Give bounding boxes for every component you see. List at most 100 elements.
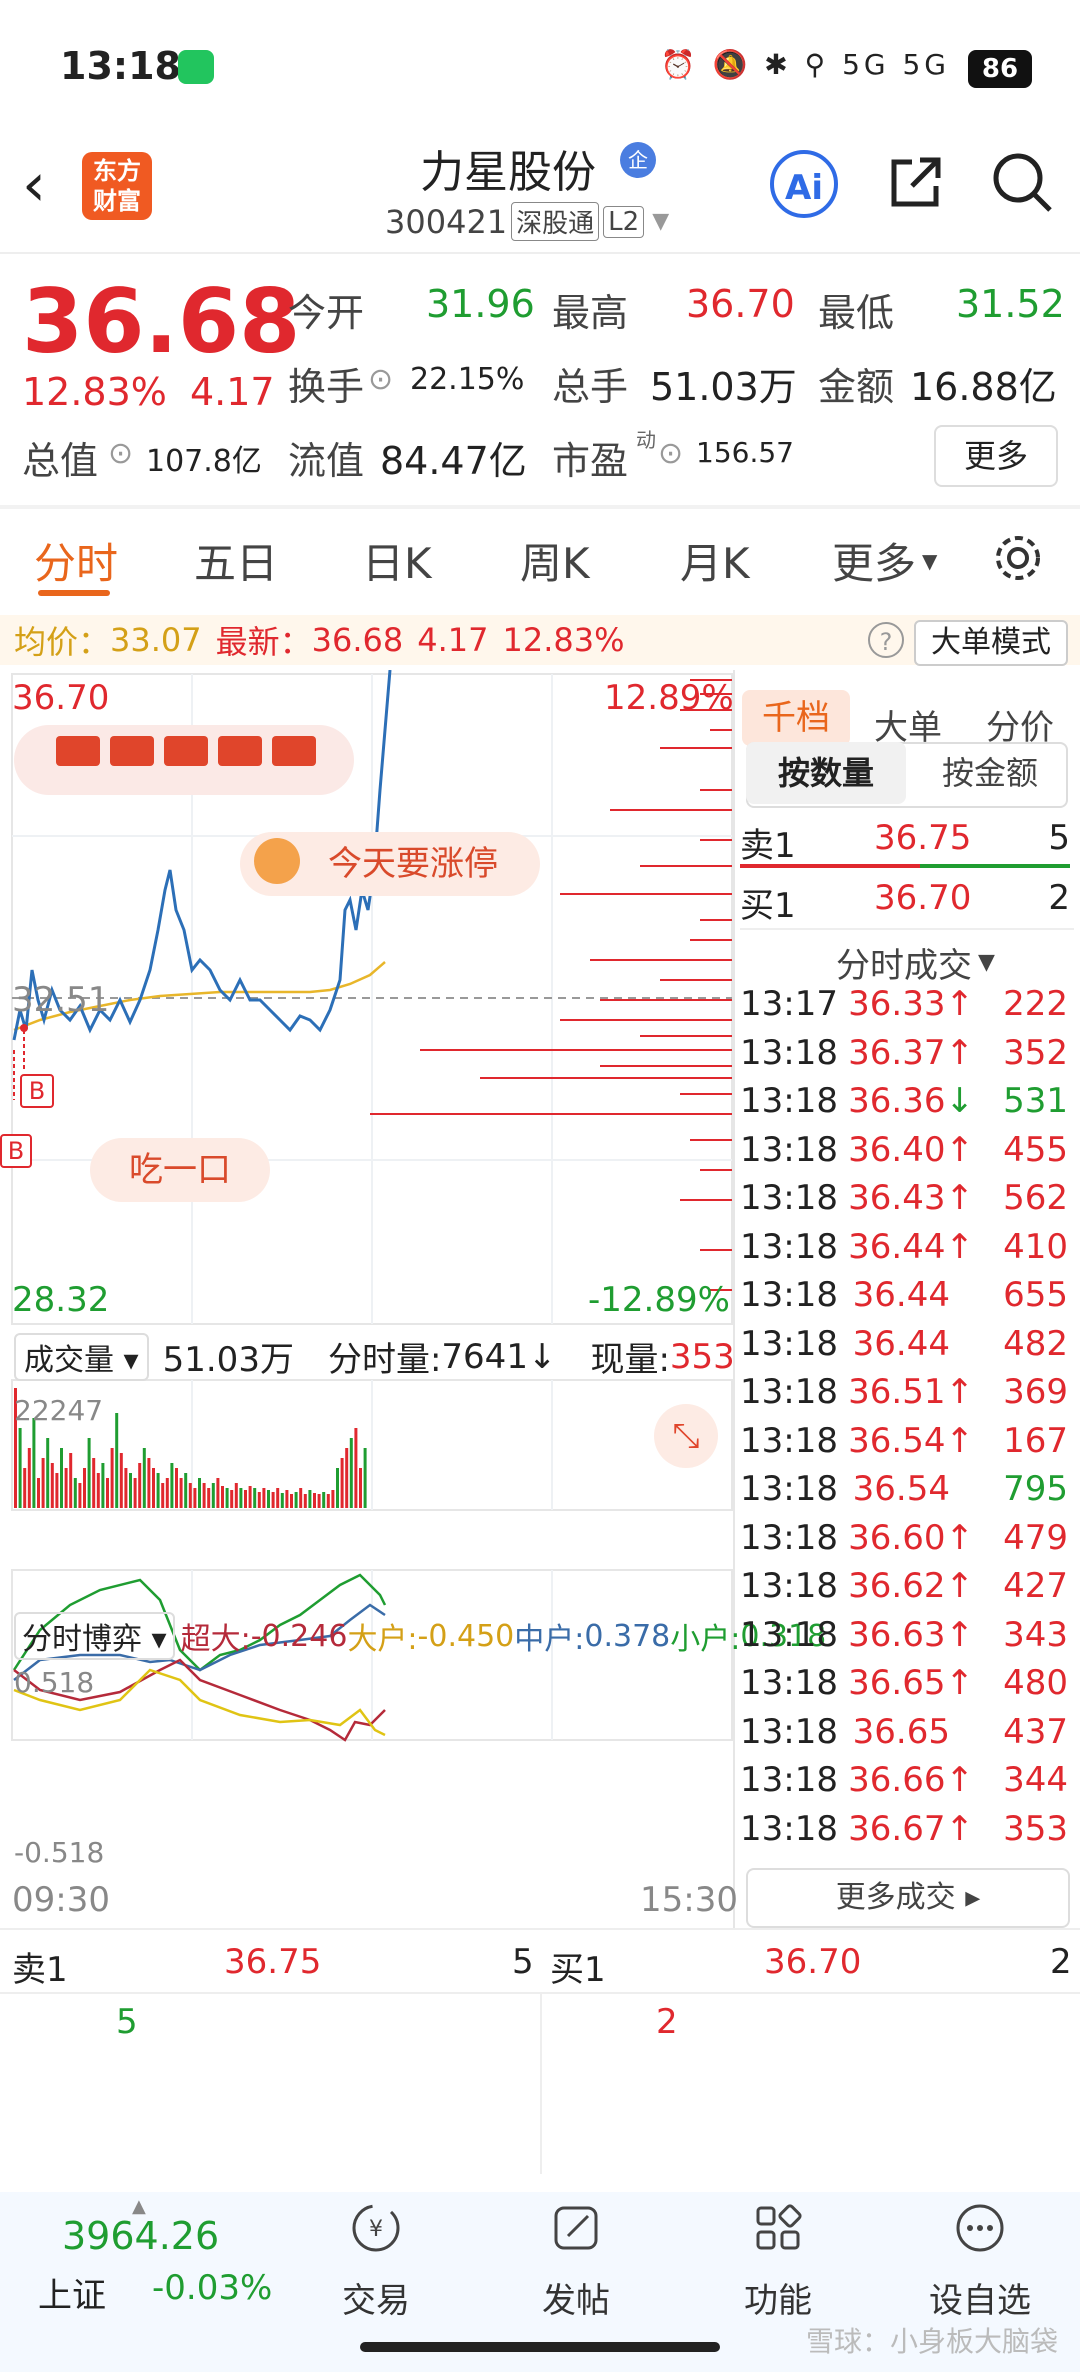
tab-thousand-level[interactable]: 千档 xyxy=(742,690,850,746)
bottom-sell1-qty: 5 xyxy=(512,1942,534,1982)
volume-bar xyxy=(69,1453,73,1508)
info-icon[interactable]: ⊙ xyxy=(108,436,133,471)
tab-monthly-k[interactable]: 月K xyxy=(680,530,750,591)
by-quantity-button[interactable]: 按数量 xyxy=(746,742,906,804)
nav-functions[interactable]: 功能 xyxy=(708,2200,848,2322)
tab-five-day[interactable]: 五日 xyxy=(194,530,278,591)
time-start: 09:30 xyxy=(12,1880,110,1920)
buy-marker[interactable]: B xyxy=(20,1074,54,1108)
watermark: 雪球：小身板大脑袋 xyxy=(805,2325,1058,2358)
volume-bar xyxy=(73,1478,77,1508)
enterprise-badge: 企 xyxy=(620,142,656,178)
volume-bar xyxy=(294,1492,298,1508)
by-amount-button[interactable]: 按金额 xyxy=(916,742,1064,804)
volume-bar xyxy=(267,1490,270,1508)
home-indicator[interactable] xyxy=(360,2342,720,2352)
big-order-mode-button[interactable]: 大单模式 xyxy=(914,620,1068,666)
mktcap-value: 107.8亿 xyxy=(146,444,262,479)
buy-marker[interactable]: B xyxy=(0,1134,32,1168)
tick-volume: 531 xyxy=(1003,1081,1068,1121)
open-label: 今开 xyxy=(288,291,365,335)
pe-sup: 动 xyxy=(636,428,656,452)
volume-bar xyxy=(216,1478,220,1508)
volume-bar xyxy=(262,1488,266,1508)
more-ticks-button[interactable]: 更多成交 ▸ xyxy=(746,1868,1070,1928)
arrow-down-icon: ↓ xyxy=(527,1336,557,1377)
bottom-buy1-label: 买1 xyxy=(550,1950,606,1990)
share-icon[interactable] xyxy=(886,152,946,212)
volume-header: 成交量 ▾ 51.03万 分时量: 7641 ↓ 现量: 353 xyxy=(14,1332,735,1381)
volume-bar xyxy=(244,1490,247,1508)
volume-bar xyxy=(363,1448,367,1508)
super-label: 超大: xyxy=(180,1622,251,1657)
sell1-label: 卖1 xyxy=(740,826,796,866)
stock-code-line[interactable]: 300421 深股通 L2 ▼ xyxy=(385,202,669,241)
gear-icon[interactable] xyxy=(990,530,1046,586)
buy1-label: 买1 xyxy=(740,886,796,926)
small-label: 小户: xyxy=(670,1622,741,1657)
stock-code: 300421 xyxy=(385,202,508,241)
ai-button[interactable]: Ai xyxy=(770,150,838,218)
tick-volume: 455 xyxy=(1003,1129,1068,1170)
tab-more[interactable]: 更多 ▼ xyxy=(832,530,937,591)
help-icon[interactable]: ? xyxy=(868,622,904,658)
tick-price: 36.43↑ xyxy=(848,1178,974,1218)
nav-trade[interactable]: ¥ 交易 xyxy=(306,2200,446,2322)
search-icon[interactable] xyxy=(990,150,1054,214)
info-icon[interactable]: ⊙ xyxy=(368,362,393,397)
buy1-qty: 2 xyxy=(1048,878,1070,918)
tick-row: 13:18 36.44↑ 410 xyxy=(740,1227,1074,1276)
volume-bar xyxy=(55,1473,59,1508)
high-value: 36.70 xyxy=(686,282,795,326)
tick-time: 13:18 xyxy=(740,1711,838,1752)
volume-bar xyxy=(124,1468,128,1508)
nav-trade-label: 交易 xyxy=(342,2281,410,2321)
tab-daily-k[interactable]: 日K xyxy=(362,530,432,591)
index-value[interactable]: 3964.26 xyxy=(62,2214,219,2258)
volume-indicator-select[interactable]: 成交量 ▾ xyxy=(14,1332,149,1381)
volume-bar xyxy=(78,1483,82,1508)
amount-value: 16.88亿 xyxy=(910,365,1057,409)
tab-weekly-k[interactable]: 周K xyxy=(520,530,590,591)
volume-bar xyxy=(133,1478,137,1508)
volume-bar xyxy=(142,1448,146,1508)
volume-bar xyxy=(32,1418,36,1508)
nav-watchlist[interactable]: 设自选 xyxy=(910,2200,1050,2322)
game-indicator-select[interactable]: 分时博弈 ▾ xyxy=(14,1612,175,1660)
tick-price: 36.67↑ xyxy=(848,1808,974,1849)
volume-bar xyxy=(83,1468,86,1508)
tick-row: 13:18 36.44 655 xyxy=(740,1275,1074,1324)
caret-down-icon: ▼ xyxy=(922,548,938,573)
tick-price: 36.65↑ xyxy=(848,1663,974,1703)
tab-intraday[interactable]: 分时 xyxy=(34,530,118,591)
volume-bar xyxy=(354,1428,358,1508)
tick-volume: 562 xyxy=(1003,1178,1068,1218)
tick-time: 13:18 xyxy=(740,1614,838,1655)
volume-bar xyxy=(101,1463,105,1508)
tick-volume: 427 xyxy=(1003,1566,1068,1606)
more-button[interactable]: 更多 xyxy=(934,425,1058,487)
volume-bar xyxy=(23,1468,27,1508)
volume-bar xyxy=(161,1483,165,1508)
tick-row: 13:18 36.65 437 xyxy=(740,1712,1074,1761)
volume-bar xyxy=(184,1473,188,1508)
volume-max: 22247 xyxy=(14,1394,104,1427)
volume-bar xyxy=(92,1458,96,1508)
volume-bar xyxy=(138,1463,142,1508)
info-icon[interactable]: ⊙ xyxy=(658,436,683,471)
tab-more-label: 更多 xyxy=(832,539,917,588)
expand-icon[interactable]: ⤡ xyxy=(654,1404,718,1468)
ticks-title[interactable]: 分时成交 ▼ xyxy=(836,938,995,987)
tick-row: 13:17 36.33↑ 222 xyxy=(740,984,1074,1033)
low-value: 31.52 xyxy=(956,282,1065,326)
large-label: 大户: xyxy=(347,1622,418,1657)
nav-post[interactable]: 发帖 xyxy=(506,2200,646,2322)
tick-volume: 222 xyxy=(1003,984,1068,1024)
sell-bar xyxy=(740,864,920,868)
bottom-buy1-qty: 2 xyxy=(1050,1942,1072,1982)
pe-label: 市盈 xyxy=(552,439,629,483)
volume-bar xyxy=(202,1483,206,1508)
eat-bubble[interactable]: 吃一口 xyxy=(90,1138,270,1202)
back-icon[interactable]: ‹ xyxy=(22,150,46,220)
volume-bar xyxy=(340,1458,344,1508)
